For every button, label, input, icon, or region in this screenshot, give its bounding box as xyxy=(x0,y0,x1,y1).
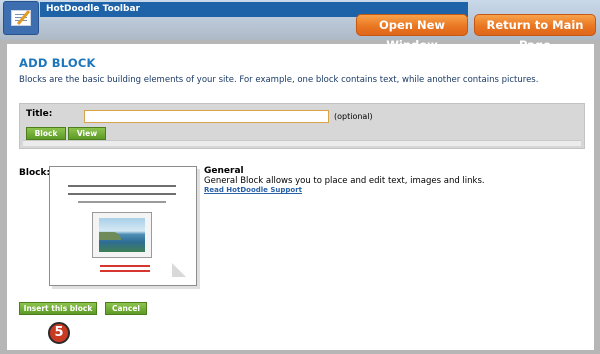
read-support-link[interactable]: Read HotDoodle Support xyxy=(204,186,302,194)
block-type-description: General Block allows you to place and ed… xyxy=(204,176,485,186)
block-label: Block: xyxy=(19,168,51,178)
open-new-window-button[interactable]: Open New Window xyxy=(356,14,468,52)
page-intro: Blocks are the basic building elements o… xyxy=(19,75,539,85)
title-input[interactable] xyxy=(84,110,329,123)
toolbar-title: HotDoodle Toolbar xyxy=(46,4,140,14)
top-toolbar: HotDoodle Toolbar Open New Window Return… xyxy=(0,0,600,52)
page-illustration xyxy=(49,166,197,286)
block-type-name: General xyxy=(204,166,244,176)
optional-hint: (optional) xyxy=(334,112,373,121)
image-placeholder-icon xyxy=(92,212,152,258)
tab-view[interactable]: View xyxy=(68,127,106,140)
block-preview-illustration xyxy=(49,166,209,296)
form-divider xyxy=(23,140,581,146)
title-form: Title: (optional) Block View xyxy=(19,103,585,149)
hotdoodle-logo-icon xyxy=(3,1,39,35)
cancel-button[interactable]: Cancel xyxy=(105,302,147,315)
title-label: Title: xyxy=(26,109,53,119)
main-panel: ADD BLOCK Blocks are the basic building … xyxy=(7,44,594,350)
tab-block[interactable]: Block xyxy=(26,127,66,140)
insert-block-button[interactable]: Insert this block xyxy=(19,302,97,315)
page-title: ADD BLOCK xyxy=(19,56,96,70)
step-number-badge: 5 xyxy=(48,322,70,344)
return-to-main-page-button[interactable]: Return to Main Page xyxy=(474,14,596,52)
